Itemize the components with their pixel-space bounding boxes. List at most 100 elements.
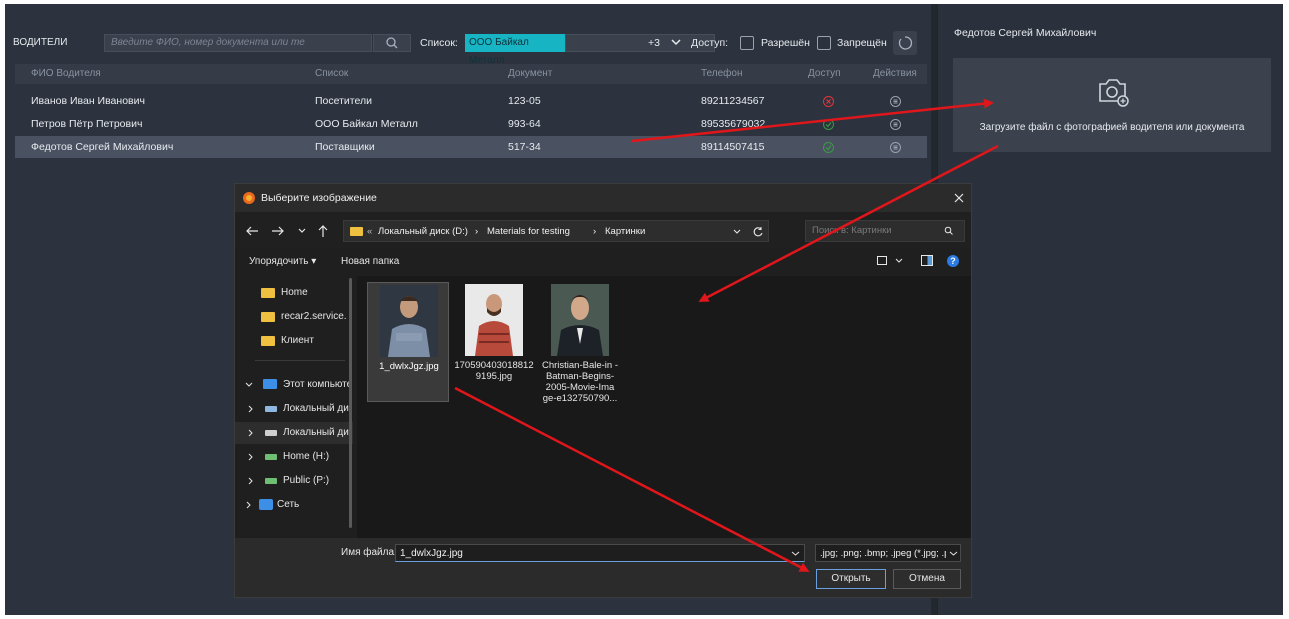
driver-document: 517-34 <box>508 141 541 153</box>
chevron-right-icon[interactable] <box>245 501 253 509</box>
nav-item-label: Локальный ди <box>283 427 349 438</box>
photo-thumbnail <box>465 284 523 356</box>
chevron-down-icon[interactable] <box>297 226 307 236</box>
chevron-down-icon[interactable] <box>245 381 253 389</box>
list-more-count: +3 <box>648 37 660 49</box>
path-separator: › <box>593 226 597 237</box>
list-tag[interactable]: ООО Байкал Металл <box>465 34 565 66</box>
chevron-right-icon[interactable] <box>247 429 255 437</box>
preview-pane-icon[interactable] <box>921 255 933 266</box>
chevron-down-icon[interactable] <box>791 549 800 558</box>
nav-divider <box>255 360 345 361</box>
view-mode-icon[interactable] <box>877 256 887 265</box>
chevron-down-icon[interactable] <box>669 35 683 49</box>
up-arrow-icon[interactable] <box>317 224 329 238</box>
dialog-commandbar: Упорядочить ▾ Новая папка ? <box>235 248 971 274</box>
nav-item-recar[interactable]: recar2.service.m <box>235 306 353 328</box>
dialog-titlebar: Выберите изображение <box>235 184 971 212</box>
nav-item-this-pc[interactable]: Этот компьюте <box>235 374 353 396</box>
search-input[interactable]: Введите ФИО, номер документа или те <box>104 34 372 52</box>
path-segment-current[interactable]: Картинки <box>605 226 645 237</box>
folder-icon <box>261 312 275 322</box>
computer-icon <box>263 379 277 389</box>
nav-item-label: Public (P:) <box>283 475 330 486</box>
access-label: Доступ: <box>691 37 729 49</box>
photo-upload-area[interactable]: Загрузите файл с фотографией водителя ил… <box>953 58 1271 152</box>
help-icon[interactable]: ? <box>947 255 959 267</box>
table-row-selected[interactable]: Федотов Сергей Михайлович Поставщики 517… <box>15 136 927 158</box>
nav-item-client[interactable]: Клиент <box>235 330 353 352</box>
nav-item-network[interactable]: Сеть <box>235 494 353 516</box>
organize-menu[interactable]: Упорядочить ▾ <box>249 256 316 267</box>
refresh-icon[interactable] <box>752 226 764 238</box>
path-segment-folder[interactable]: Materials for testing <box>487 226 570 237</box>
dialog-footer: Имя файла: 1_dwlxJgz.jpg .jpg; .png; .bm… <box>235 538 971 597</box>
col-list: Список <box>315 68 349 79</box>
nav-item-home[interactable]: Home <box>235 282 353 304</box>
denied-label: Запрещён <box>837 37 887 49</box>
nav-scrollbar[interactable] <box>349 278 352 528</box>
actions-menu-icon[interactable] <box>890 142 901 153</box>
close-icon[interactable] <box>953 192 965 204</box>
file-item[interactable]: 170590403018812 9195.jpg <box>453 282 535 402</box>
filename-value: 1_dwlxJgz.jpg <box>400 548 463 559</box>
file-list: 1_dwlxJgz.jpg 170590403018812 9195.jpg C… <box>357 276 971 538</box>
back-arrow-icon[interactable] <box>245 225 259 237</box>
folder-icon <box>261 288 275 298</box>
nav-item-label: Home <box>281 287 308 298</box>
address-bar[interactable]: « Локальный диск (D:) › Materials for te… <box>343 220 769 242</box>
chevron-right-icon[interactable] <box>247 453 255 461</box>
denied-checkbox[interactable] <box>817 36 831 50</box>
driver-list: Поставщики <box>315 141 375 153</box>
navigation-pane: Home recar2.service.m Клиент Этот компью… <box>235 276 355 538</box>
photo-thumbnail <box>380 285 438 357</box>
table-header: ФИО Водителя Список Документ Телефон Дос… <box>15 64 927 84</box>
actions-menu-icon[interactable] <box>890 119 901 130</box>
filename-input[interactable]: 1_dwlxJgz.jpg <box>395 544 805 562</box>
dialog-search-input[interactable]: Поиск в: Картинки <box>805 220 965 242</box>
col-name: ФИО Водителя <box>31 68 101 79</box>
table-row[interactable]: Иванов Иван Иванович Посетители 123-05 8… <box>15 90 927 112</box>
file-name: 170590403018812 9195.jpg <box>454 360 534 382</box>
dialog-title: Выберите изображение <box>261 192 377 204</box>
allowed-checkbox[interactable] <box>740 36 754 50</box>
network-icon <box>259 499 273 510</box>
actions-menu-icon[interactable] <box>890 96 901 107</box>
network-drive-icon <box>265 478 277 484</box>
reset-button[interactable] <box>893 31 917 55</box>
access-allowed-icon <box>823 142 834 153</box>
chevron-right-icon[interactable] <box>247 405 255 413</box>
open-button[interactable]: Открыть <box>816 569 886 589</box>
search-button[interactable] <box>373 34 411 52</box>
cancel-button[interactable]: Отмена <box>893 569 961 589</box>
file-name: Christian-Bale-in -Batman-Begins- 2005-M… <box>541 360 619 404</box>
driver-document: 993-64 <box>508 118 541 130</box>
path-overflow[interactable]: « <box>367 226 372 237</box>
driver-document: 123-05 <box>508 95 541 107</box>
chevron-down-icon[interactable] <box>732 227 742 237</box>
file-item-selected[interactable]: 1_dwlxJgz.jpg <box>367 282 449 402</box>
col-document: Документ <box>508 68 553 79</box>
filetype-select[interactable]: .jpg; .png; .bmp; .jpeg (*.jpg; .p <box>815 544 961 562</box>
nav-item-public-p[interactable]: Public (P:) <box>235 470 353 492</box>
new-folder-button[interactable]: Новая папка <box>341 256 399 267</box>
section-title: ВОДИТЕЛИ <box>13 37 68 48</box>
driver-list: ООО Байкал Металл <box>315 118 418 130</box>
nav-item-label: Клиент <box>281 335 314 346</box>
path-segment-drive[interactable]: Локальный диск (D:) <box>378 226 468 237</box>
file-open-dialog: Выберите изображение « Локальный диск (D… <box>234 183 972 598</box>
search-icon <box>944 226 953 235</box>
nav-item-local-disk-selected[interactable]: Локальный ди <box>235 422 353 444</box>
table-row[interactable]: Петров Пётр Петрович ООО Байкал Металл 9… <box>15 113 927 135</box>
chevron-down-icon[interactable] <box>949 549 958 558</box>
file-item[interactable]: Christian-Bale-in -Batman-Begins- 2005-M… <box>539 282 621 404</box>
driver-phone: 89211234567 <box>701 95 765 107</box>
drive-icon <box>265 406 277 412</box>
nav-item-local-disk[interactable]: Локальный ди <box>235 398 353 420</box>
chevron-right-icon[interactable] <box>247 477 255 485</box>
list-label: Список: <box>420 37 458 49</box>
nav-item-home-h[interactable]: Home (H:) <box>235 446 353 468</box>
driver-phone: 89535679032 <box>701 118 766 130</box>
forward-arrow-icon[interactable] <box>271 225 285 237</box>
chevron-down-icon[interactable] <box>895 257 903 265</box>
